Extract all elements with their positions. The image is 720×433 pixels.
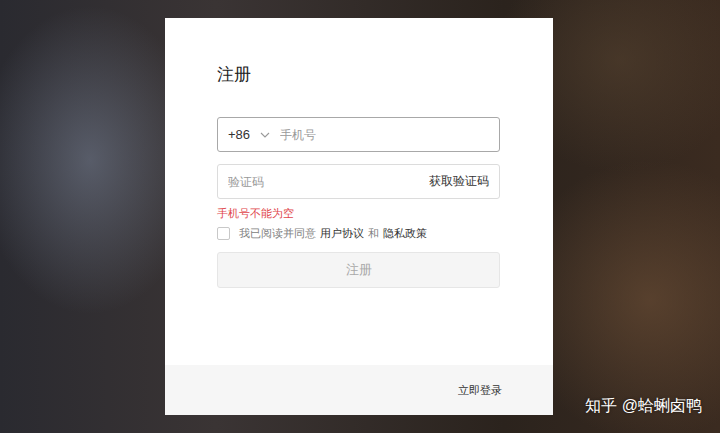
country-code: +86 [228,127,250,142]
error-message: 手机号不能为空 [217,206,500,220]
agreement-checkbox[interactable] [217,227,230,240]
register-button[interactable]: 注册 [217,252,500,288]
dialog-footer: 立即登录 [165,365,553,415]
get-code-button[interactable]: 获取验证码 [429,173,489,190]
phone-input[interactable] [280,128,489,142]
and-text: 和 [368,225,379,241]
login-link[interactable]: 立即登录 [458,383,502,398]
agreement-row: 我已阅读并同意用户协议和隐私政策 [217,225,500,241]
page: 注册+86获取验证码手机号不能为空我已阅读并同意用户协议和隐私政策注册立即登录知… [0,0,720,433]
code-field: 获取验证码 [217,164,500,199]
country-code-select[interactable]: +86 [228,127,280,142]
watermark: 知乎 @蛤蜊卤鸭 [585,396,702,417]
privacy-link[interactable]: 隐私政策 [383,225,427,241]
chevron-down-icon [260,132,270,138]
agreement-text: 我已阅读并同意 [239,225,316,241]
dialog-title: 注册 [217,64,500,86]
register-form: 注册+86获取验证码手机号不能为空我已阅读并同意用户协议和隐私政策注册 [165,18,553,365]
phone-field: +86 [217,117,500,152]
register-dialog: 注册+86获取验证码手机号不能为空我已阅读并同意用户协议和隐私政策注册立即登录 [165,18,553,415]
terms-link[interactable]: 用户协议 [320,225,364,241]
code-input[interactable] [228,175,429,189]
